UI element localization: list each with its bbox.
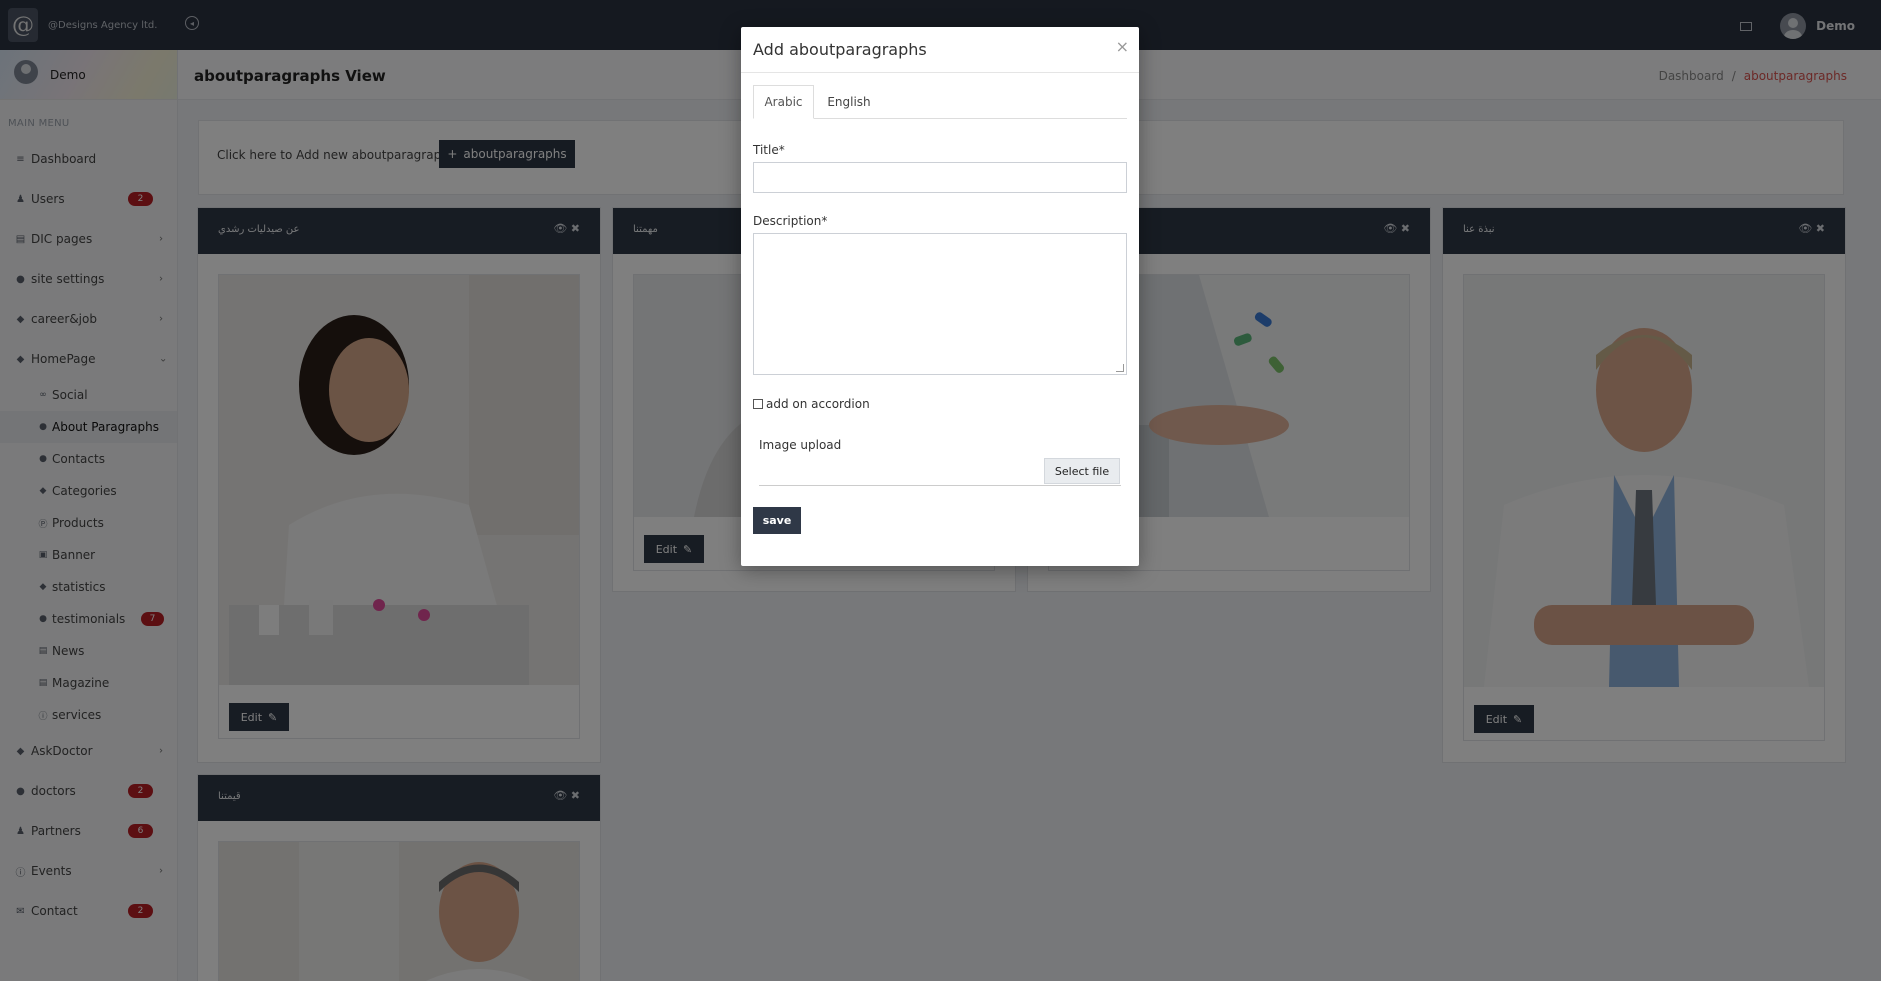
save-button[interactable]: save [753, 507, 801, 534]
title-input[interactable] [753, 162, 1127, 193]
accordion-checkbox[interactable] [753, 399, 763, 409]
select-file-button[interactable]: Select file [1044, 458, 1120, 484]
tab-english[interactable]: English [814, 85, 884, 119]
tab-arabic[interactable]: Arabic [753, 85, 814, 119]
close-icon[interactable]: × [1116, 37, 1129, 56]
modal-header: Add aboutparagraphs × [741, 27, 1139, 73]
resize-handle-icon[interactable] [1116, 364, 1124, 372]
modal-title: Add aboutparagraphs [753, 40, 927, 59]
title-label: Title* [753, 143, 785, 157]
accordion-checkbox-label: add on accordion [766, 397, 870, 411]
language-tabs: Arabic English [753, 85, 1127, 119]
description-label: Description* [753, 214, 828, 228]
file-input-field[interactable] [759, 485, 1121, 486]
description-textarea[interactable] [753, 233, 1127, 375]
image-upload-label: Image upload [759, 438, 842, 452]
add-aboutparagraphs-modal: Add aboutparagraphs × Arabic English Tit… [741, 27, 1139, 566]
